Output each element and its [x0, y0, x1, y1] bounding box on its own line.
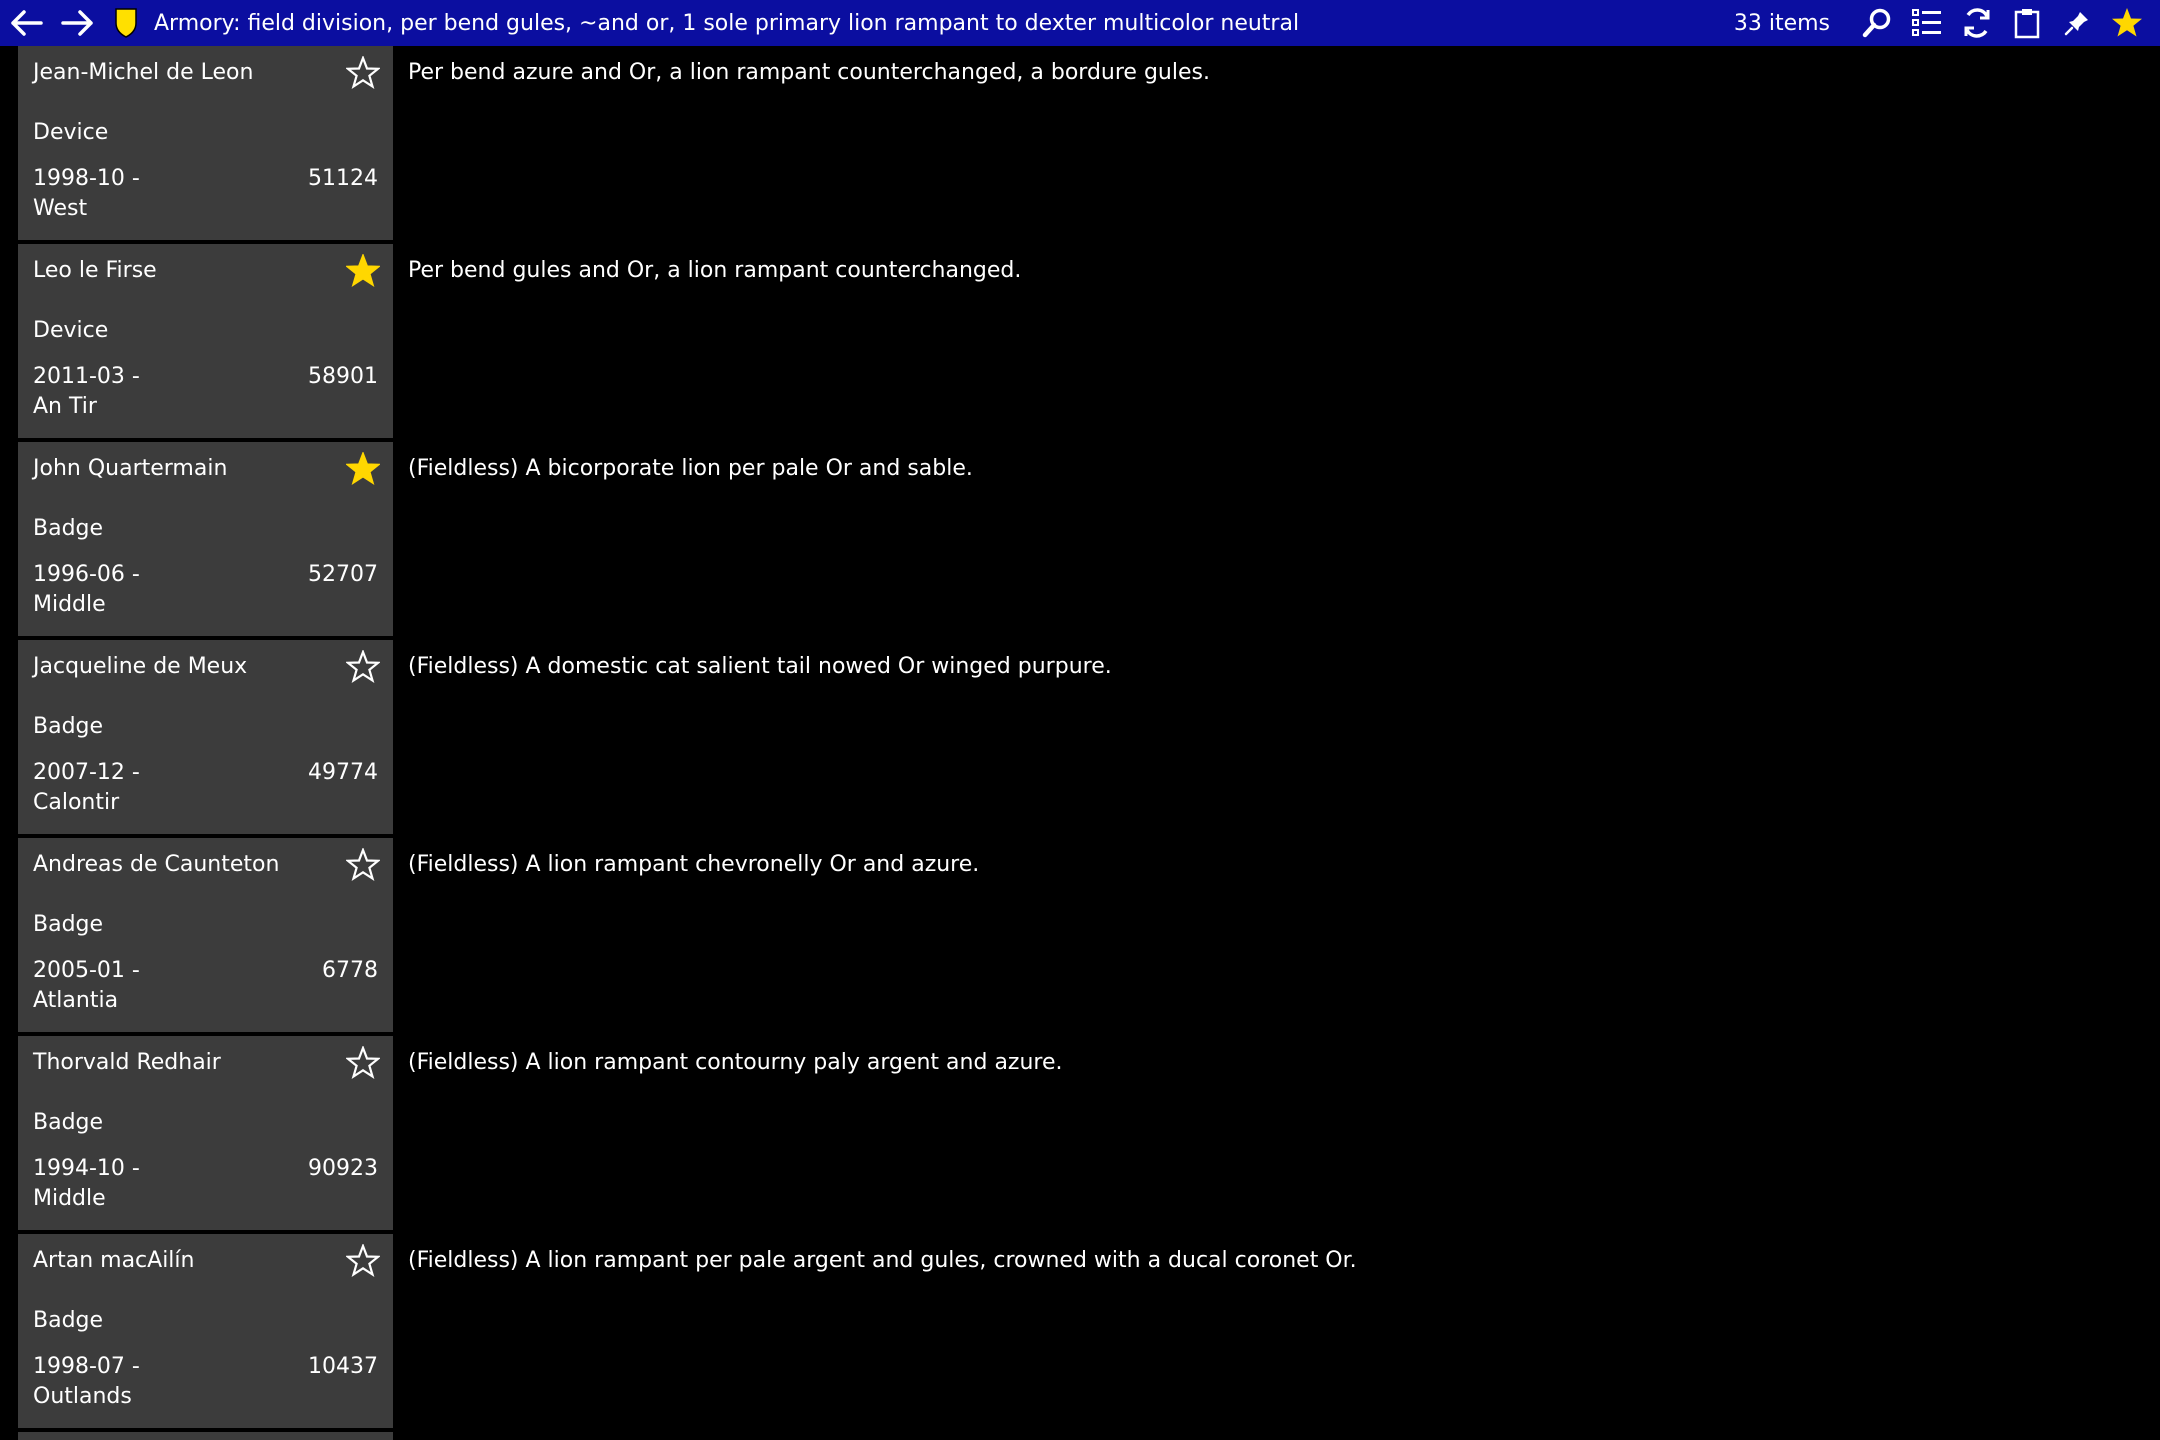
search-icon	[1862, 8, 1891, 38]
back-button[interactable]	[0, 0, 52, 46]
armory-type: Device	[33, 318, 109, 343]
armory-type: Badge	[33, 912, 104, 937]
holder-name: Leo le Firse	[33, 258, 157, 283]
star-outline-icon[interactable]	[346, 848, 380, 882]
registration-number: 90923	[308, 1156, 378, 1181]
blazon-text: (Fieldless) A lion rampant chevronelly O…	[408, 852, 980, 877]
registration-date: 1998-07 -	[33, 1354, 140, 1379]
blazon-text: (Fieldless) A domestic cat salient tail …	[408, 654, 1112, 679]
registration-date: 2005-01 -	[33, 958, 140, 983]
pin-icon	[2064, 12, 2088, 36]
holder-name: Jacqueline de Meux	[33, 654, 248, 679]
back-arrow-icon	[11, 10, 43, 36]
registration-number: 58901	[308, 364, 378, 389]
list-item[interactable]: Andreas de Caunteton Badge 2005-01 - 6778 At…	[0, 838, 2160, 1036]
search-button[interactable]	[1852, 0, 1902, 46]
star-outline-icon[interactable]	[346, 1046, 380, 1080]
armory-type: Badge	[33, 1308, 104, 1333]
armory-results-list: Jean-Michel de Leon Device 1998-10 - 51124 W…	[0, 46, 2160, 1440]
clipboard-button[interactable]	[2002, 0, 2052, 46]
registration-number: 52707	[308, 562, 378, 587]
item-count: 33 items	[1733, 10, 1830, 36]
kingdom: An Tir	[33, 394, 97, 419]
registration-number: 10437	[308, 1354, 378, 1379]
refresh-button[interactable]	[1952, 0, 2002, 46]
armory-type: Device	[33, 120, 109, 145]
registration-date: 1996-06 -	[33, 562, 140, 587]
star-filled-icon[interactable]	[346, 452, 380, 486]
armory-card[interactable]: John Quartermain Badge 1996-06 - 52707 Middl…	[18, 442, 393, 636]
list-item[interactable]: John Quartermain Badge 1996-06 - 52707 Middl…	[0, 442, 2160, 640]
holder-name: John Quartermain	[33, 456, 228, 481]
blazon-text: Per bend gules and Or, a lion rampant co…	[408, 258, 1022, 283]
armory-card[interactable]: Andreas de Caunteton Badge 2005-01 - 6778 At…	[18, 838, 393, 1032]
blazon-text: Per bend azure and Or, a lion rampant co…	[408, 60, 1210, 85]
armory-type: Badge	[33, 1110, 104, 1135]
shield-icon	[115, 8, 137, 38]
kingdom: Calontir	[33, 790, 120, 815]
armory-card[interactable]: Thorvald Redhair Badge 1994-10 - 90923 Middl…	[18, 1036, 393, 1230]
blazon-text: (Fieldless) A lion rampant contourny pal…	[408, 1050, 1063, 1075]
armory-card[interactable]: Artan macAilín Badge 1998-07 - 10437 Outland…	[18, 1234, 393, 1428]
armory-type: Badge	[33, 714, 104, 739]
clipboard-icon	[2014, 9, 2040, 39]
refresh-icon	[1964, 8, 1990, 38]
registration-date: 1998-10 -	[33, 166, 140, 191]
list-item[interactable]: Jacqueline de Meux Badge 2007-12 - 49774 Cal…	[0, 640, 2160, 838]
registration-number: 49774	[308, 760, 378, 785]
registration-date: 2011-03 -	[33, 364, 140, 389]
kingdom: West	[33, 196, 88, 221]
list-item[interactable]: Leo le Firse Device 2011-03 - 58901 An Tir Pe…	[0, 244, 2160, 442]
holder-name: Thorvald Redhair	[33, 1050, 221, 1075]
holder-name: Jean-Michel de Leon	[33, 60, 254, 85]
favorite-star-icon	[2112, 8, 2142, 37]
forward-arrow-icon	[61, 10, 93, 36]
holder-name: Artan macAilín	[33, 1248, 195, 1273]
armory-card[interactable]: Jean-Michel de Leon Device 1998-10 - 51124 W…	[18, 46, 393, 240]
list-view-button[interactable]	[1902, 0, 1952, 46]
favorites-button[interactable]	[2102, 0, 2152, 46]
top-app-bar: Armory: field division, per bend gules, …	[0, 0, 2160, 46]
kingdom: Atlantia	[33, 988, 119, 1013]
list-item[interactable]: Thorvald Redhair Badge 1994-10 - 90923 Middl…	[0, 1036, 2160, 1234]
registration-number: 51124	[308, 166, 378, 191]
star-outline-icon[interactable]	[346, 56, 380, 90]
forward-button[interactable]	[52, 0, 104, 46]
list-item[interactable]: Jean-Michel de Leon Device 1998-10 - 51124 W…	[0, 46, 2160, 244]
registration-number: 6778	[322, 958, 378, 983]
kingdom: Outlands	[33, 1384, 132, 1409]
star-outline-icon[interactable]	[346, 1244, 380, 1278]
registration-date: 1994-10 -	[33, 1156, 140, 1181]
page-title: Armory: field division, per bend gules, …	[154, 10, 1300, 36]
star-outline-icon[interactable]	[346, 650, 380, 684]
blazon-text: (Fieldless) A lion rampant per pale arge…	[408, 1248, 1357, 1273]
list-item-partial[interactable]	[18, 1432, 393, 1440]
holder-name: Andreas de Caunteton	[33, 852, 280, 877]
armory-type: Badge	[33, 516, 104, 541]
armory-card[interactable]: Leo le Firse Device 2011-03 - 58901 An Tir	[18, 244, 393, 438]
pin-button[interactable]	[2052, 0, 2102, 46]
registration-date: 2007-12 -	[33, 760, 140, 785]
kingdom: Middle	[33, 1186, 106, 1211]
kingdom: Middle	[33, 592, 106, 617]
list-icon	[1912, 9, 1941, 36]
star-filled-icon[interactable]	[346, 254, 380, 288]
list-item[interactable]: Artan macAilín Badge 1998-07 - 10437 Outland…	[0, 1234, 2160, 1432]
armory-card[interactable]: Jacqueline de Meux Badge 2007-12 - 49774 Cal…	[18, 640, 393, 834]
app-logo	[104, 0, 148, 46]
blazon-text: (Fieldless) A bicorporate lion per pale …	[408, 456, 973, 481]
